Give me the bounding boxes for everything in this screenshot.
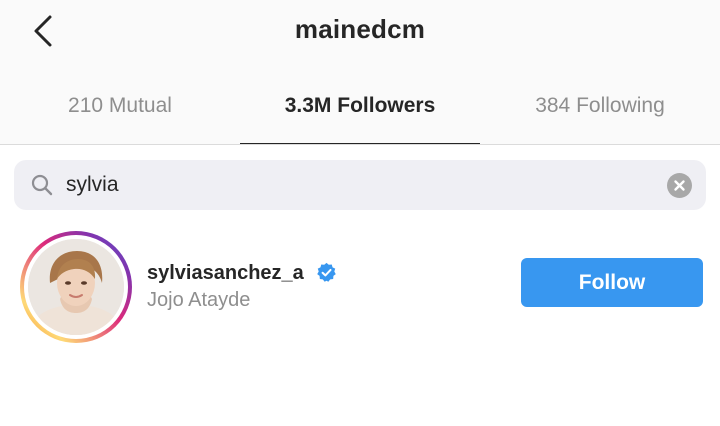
- page-title: mainedcm: [294, 14, 426, 44]
- clear-icon: [674, 180, 685, 191]
- tab-following[interactable]: 384 Following: [480, 84, 720, 144]
- profile-photo: [28, 239, 124, 335]
- top-bar: mainedcm 210 Mutual 3.3M Followers 384 F…: [0, 0, 720, 145]
- search-input[interactable]: [66, 169, 646, 201]
- tab-bar: 210 Mutual 3.3M Followers 384 Following: [0, 84, 720, 145]
- verified-badge-icon: [317, 262, 336, 282]
- tab-followers[interactable]: 3.3M Followers: [240, 84, 480, 145]
- result-username[interactable]: sylviasanchez_a: [147, 262, 304, 285]
- clear-search-button[interactable]: [667, 173, 692, 198]
- search-icon: [31, 174, 53, 196]
- avatar: [28, 239, 124, 335]
- avatar-story-ring[interactable]: [20, 231, 132, 343]
- follow-button[interactable]: Follow: [521, 258, 703, 307]
- tab-mutual[interactable]: 210 Mutual: [0, 84, 240, 144]
- result-full-name: Jojo Atayde: [147, 289, 251, 311]
- tab-divider: [0, 144, 720, 145]
- search-bar: [14, 160, 706, 210]
